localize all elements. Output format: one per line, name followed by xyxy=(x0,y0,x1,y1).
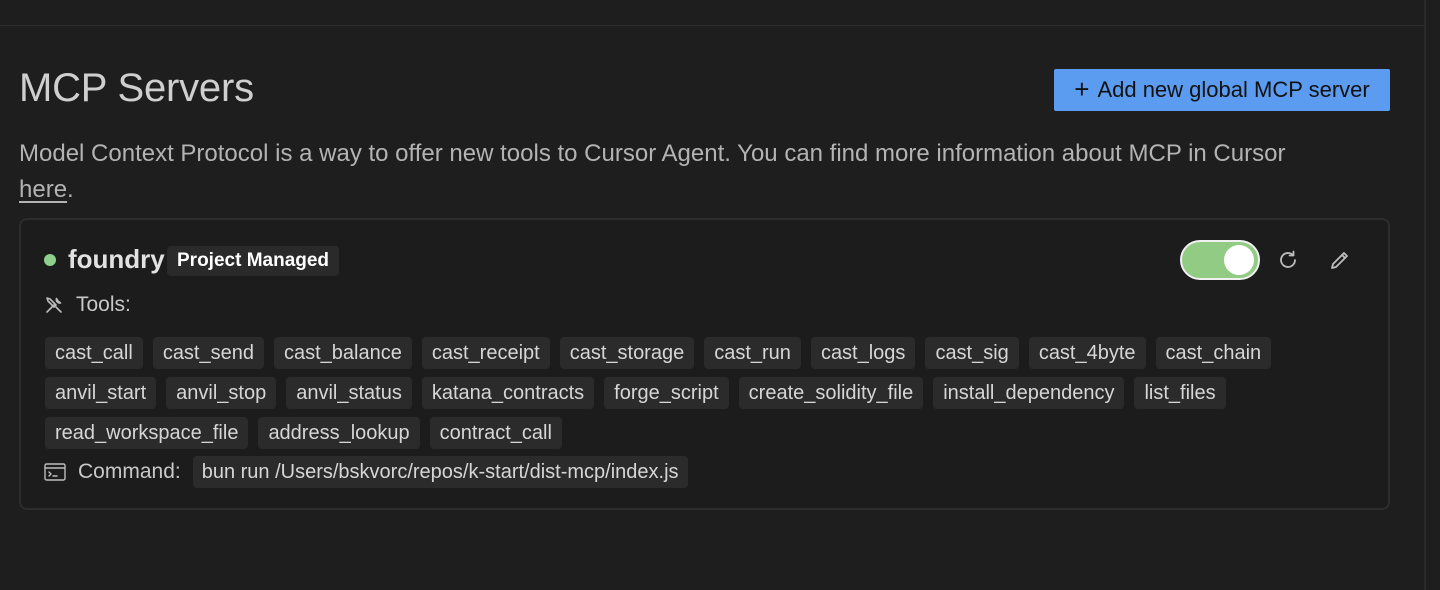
tool-chip: contract_call xyxy=(429,417,562,449)
tool-chip: cast_balance xyxy=(273,337,412,369)
tool-chip: katana_contracts xyxy=(421,377,595,409)
terminal-icon xyxy=(44,463,66,481)
tool-chip: address_lookup xyxy=(258,417,420,449)
tools-header: Tools: xyxy=(44,290,131,320)
edit-server-button[interactable] xyxy=(1324,244,1356,276)
tool-chip: anvil_stop xyxy=(166,377,277,409)
command-value: bun run /Users/bskvorc/repos/k-start/dis… xyxy=(192,456,688,488)
tools-row-1: cast_call cast_send cast_balance cast_re… xyxy=(45,337,1272,369)
plus-icon: + xyxy=(1074,73,1090,104)
wrench-screwdriver-icon xyxy=(46,297,62,313)
mcp-settings-page: MCP Servers + Add new global MCP server … xyxy=(0,0,1440,590)
tool-chip: read_workspace_file xyxy=(45,417,249,449)
toggle-knob xyxy=(1224,245,1254,275)
server-enabled-toggle[interactable] xyxy=(1180,240,1260,280)
mcp-description: Model Context Protocol is a way to offer… xyxy=(19,136,1399,208)
tool-chip: cast_run xyxy=(704,337,801,369)
description-end: . xyxy=(67,176,74,203)
project-managed-badge: Project Managed xyxy=(167,246,340,276)
tool-chip: list_files xyxy=(1134,377,1226,409)
server-name: foundry xyxy=(68,244,165,274)
refresh-icon xyxy=(1280,250,1296,268)
command-label: Command: xyxy=(78,460,181,483)
page-title: MCP Servers xyxy=(19,66,254,110)
top-divider xyxy=(0,25,1424,26)
tool-chip: cast_chain xyxy=(1155,337,1272,369)
tools-row-3: read_workspace_file address_lookup contr… xyxy=(45,417,562,449)
tool-chip: cast_receipt xyxy=(421,337,550,369)
tool-chip: cast_4byte xyxy=(1028,337,1146,369)
tool-chip: anvil_start xyxy=(45,377,157,409)
tool-chip: cast_sig xyxy=(925,337,1019,369)
tool-chip: anvil_status xyxy=(286,377,412,409)
here-link[interactable]: here xyxy=(19,176,67,203)
tool-chip: forge_script xyxy=(604,377,729,409)
add-global-mcp-server-button[interactable]: + Add new global MCP server xyxy=(1054,69,1390,111)
refresh-server-button[interactable] xyxy=(1272,244,1304,276)
command-row: Command: bun run /Users/bskvorc/repos/k-… xyxy=(44,456,688,488)
right-divider xyxy=(1424,0,1426,590)
tool-chip: cast_logs xyxy=(810,337,916,369)
tool-chip: cast_call xyxy=(45,337,143,369)
tools-label: Tools: xyxy=(76,293,131,316)
tool-chip: create_solidity_file xyxy=(738,377,924,409)
tool-chip: install_dependency xyxy=(933,377,1125,409)
tool-chip: cast_send xyxy=(152,337,264,369)
pencil-icon xyxy=(1331,252,1348,269)
add-button-label: Add new global MCP server xyxy=(1097,77,1370,102)
tool-chip: cast_storage xyxy=(559,337,695,369)
description-text: Model Context Protocol is a way to offer… xyxy=(19,140,1286,167)
server-status-dot xyxy=(44,254,56,266)
tools-row-2: anvil_start anvil_stop anvil_status kata… xyxy=(45,377,1226,409)
